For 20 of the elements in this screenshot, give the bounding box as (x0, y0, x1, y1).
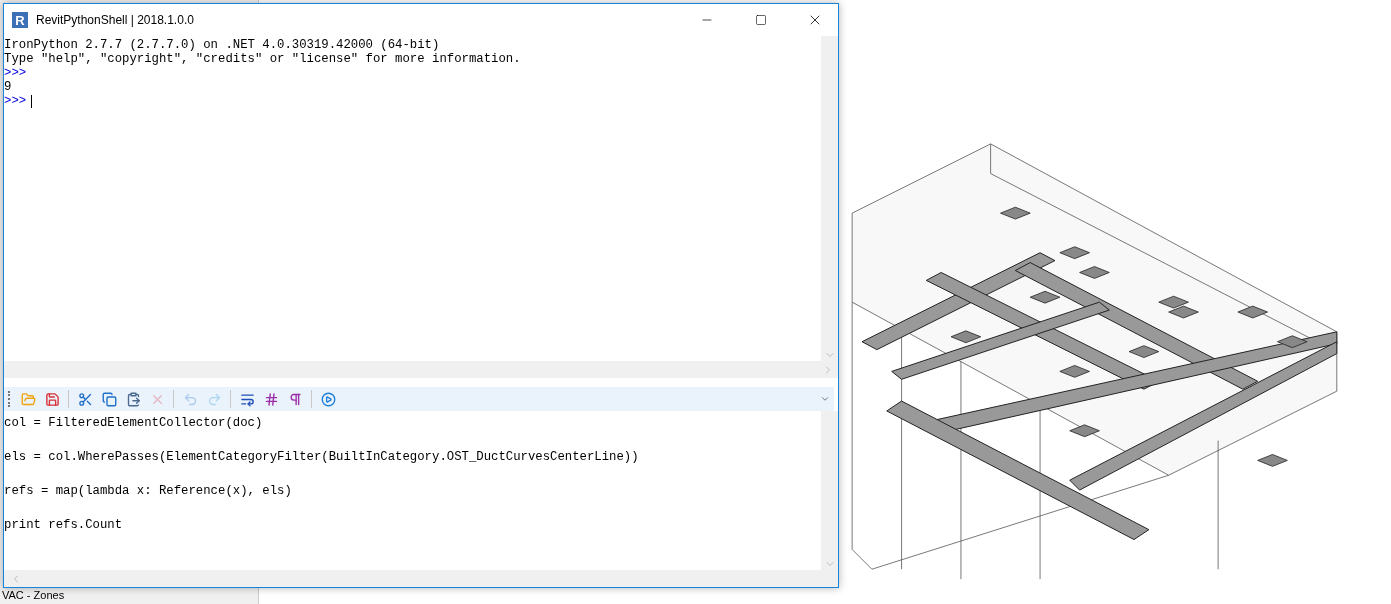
vertical-scrollbar[interactable] (821, 36, 838, 361)
overflow-icon[interactable] (820, 394, 830, 404)
code-line: refs = map(lambda x: Reference(x), els) (4, 482, 293, 499)
text-cursor (31, 94, 33, 108)
zones-label: VAC - Zones (2, 589, 65, 602)
output-text: IronPython 2.7.7 (2.7.7.0) on .NET 4.0.30319.42000 (64-bit) (4, 38, 441, 52)
code-line: els = col.WherePasses(ElementCategoryFilter(BuiltInCategory.OST_DuctCurvesCenterLine)) (4, 448, 640, 465)
output-text: 9 (4, 80, 13, 94)
code-editor[interactable]: col = FilteredElementCollector(doc) els = col.WherePasses(ElementCategoryFilter(BuiltInCategory.OST_DuctCurvesCenterLine)) refs = map(lambda x: Reference(x), els) print refs.Count (4, 411, 821, 570)
editor-horizontal-scrollbar[interactable] (4, 570, 838, 587)
horizontal-scrollbar[interactable] (4, 361, 838, 378)
prompt-text: >>> (4, 94, 821, 108)
editor-vertical-scrollbar[interactable] (821, 411, 838, 570)
code-line: col = FilteredElementCollector(doc) (4, 414, 264, 431)
output-text: Type "help", "copyright", "credits" or "license" for more information. (4, 52, 522, 66)
code-line: print refs.Count (4, 516, 124, 533)
app-logo-icon: R (12, 12, 28, 28)
window-title: RevitPythonShell | 2018.1.0.0 (36, 13, 195, 27)
prompt-text: >>> (4, 66, 28, 80)
maximize-icon (755, 14, 767, 26)
